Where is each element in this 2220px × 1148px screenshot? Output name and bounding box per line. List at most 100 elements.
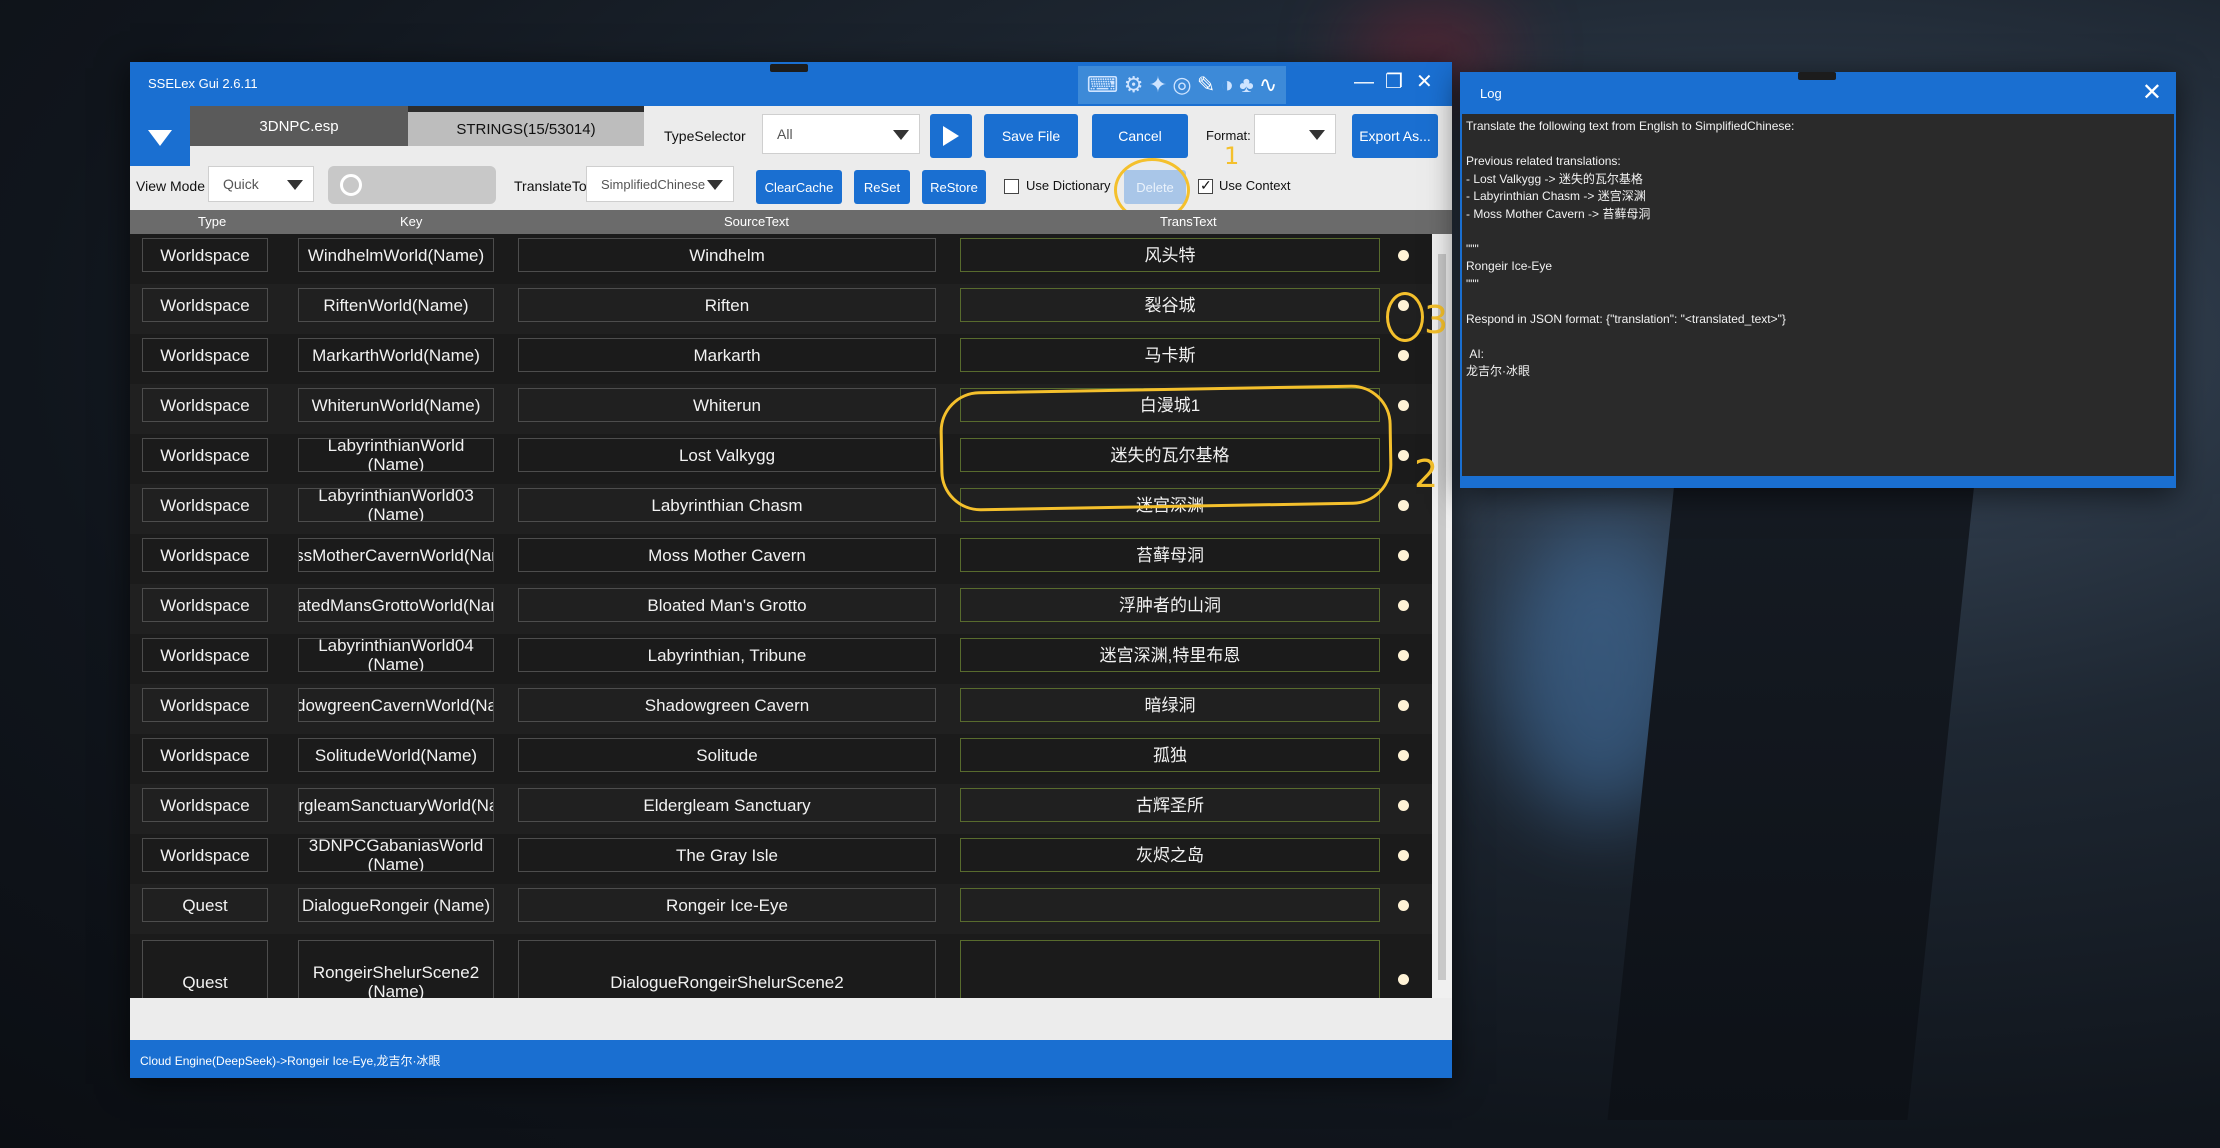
row-status-dot[interactable] [1398,600,1409,611]
settings-icon[interactable]: ⚙ [1124,74,1144,96]
type-cell: Worldspace [142,438,268,472]
trans-cell[interactable]: 暗绿洞 [960,688,1380,722]
row-status-dot[interactable] [1398,700,1409,711]
trans-cell[interactable]: 孤独 [960,738,1380,772]
type-selector-combo[interactable]: All [762,114,920,154]
clear-cache-button[interactable]: ClearCache [756,170,842,204]
column-source: SourceText [724,214,790,229]
view-mode-combo[interactable]: Quick [208,166,314,202]
trans-cell[interactable]: 马卡斯 [960,338,1380,372]
source-cell: Labyrinthian, Tribune [518,638,936,672]
close-icon[interactable]: ✕ [1416,72,1433,92]
log-title: Log [1480,86,1502,101]
table-row[interactable]: Worldspace MarkarthWorld(Name) Markarth 马卡斯 [130,334,1432,384]
chevron-down-icon [893,130,909,140]
web-icon[interactable]: ◎ [1172,74,1191,96]
vertical-scrollbar[interactable] [1432,234,1452,998]
restore-button[interactable]: ReStore [922,170,986,204]
row-status-dot[interactable] [1398,250,1409,261]
key-cell: WhiterunWorld(Name) [298,388,494,422]
title-bar[interactable]: SSELex Gui 2.6.11 ⌨ ⚙ ✦ ◎ ✎ ◑ ♣ ∿ — ❐ ✕ [130,62,1452,106]
chevron-down-icon [707,180,723,190]
row-status-dot[interactable] [1398,974,1409,985]
source-cell: Markarth [518,338,936,372]
use-context-label: Use Context [1219,178,1291,193]
edit-icon[interactable]: ✎ [1197,74,1215,96]
table-row[interactable]: Worldspace LabyrinthianWorld04 (Name) Laby… [130,634,1432,684]
row-status-dot[interactable] [1398,850,1409,861]
table-row[interactable]: Worldspace 3DNPCGabaniasWorld (Name) The G… [130,834,1432,884]
table-row[interactable]: Quest RongeirShelurScene2 (Name) DialogueR… [130,934,1432,998]
trans-cell[interactable]: 浮肿者的山洞 [960,588,1380,622]
row-status-dot[interactable] [1398,900,1409,911]
table-row[interactable]: Worldspace ShadowgreenCavernWorld(Name) Sh… [130,684,1432,734]
type-cell: Worldspace [142,288,268,322]
table-row[interactable]: Worldspace BloatedMansGrottoWorld(Name) Bl… [130,584,1432,634]
table-row[interactable]: Worldspace RiftenWorld(Name) Riften 裂谷城 [130,284,1432,334]
key-cell: LabyrinthianWorld (Name) [298,438,494,472]
drag-handle[interactable] [770,64,808,72]
translate-to-combo[interactable]: SimplifiedChinese [586,166,734,202]
table-row[interactable]: Worldspace SolitudeWorld(Name) Solitude 孤独 [130,734,1432,784]
trans-cell[interactable] [960,888,1380,922]
row-status-dot[interactable] [1398,550,1409,561]
row-status-dot[interactable] [1398,350,1409,361]
toolbar-icon-strip: ⌨ ⚙ ✦ ◎ ✎ ◑ ♣ ∿ [1078,66,1286,104]
trans-cell[interactable] [960,940,1380,998]
table-row[interactable]: Worldspace MossMotherCavernWorld(Name) Mos… [130,534,1432,584]
row-status-dot[interactable] [1398,650,1409,661]
tab-strings[interactable]: STRINGS(15/53014) [408,106,644,146]
key-cell: RongeirShelurScene2 (Name) [298,940,494,998]
source-cell: Moss Mother Cavern [518,538,936,572]
minimize-icon[interactable]: — [1354,72,1374,92]
key-cell: SolitudeWorld(Name) [298,738,494,772]
game-icon[interactable]: ♣ [1239,74,1253,96]
tab-esp[interactable]: 3DNPC.esp [190,106,408,146]
play-button[interactable] [930,114,972,158]
table-row[interactable]: Worldspace EldergleamSanctuaryWorld(Name)… [130,784,1432,834]
cancel-button[interactable]: Cancel [1092,114,1188,158]
format-combo[interactable] [1254,114,1336,154]
table-row[interactable]: Worldspace WindhelmWorld(Name) Windhelm 风头特 [130,234,1432,284]
use-dictionary-checkbox[interactable] [1004,179,1019,194]
graph-icon[interactable]: ∿ [1259,74,1277,96]
key-cell: RiftenWorld(Name) [298,288,494,322]
trans-cell[interactable]: 古辉圣所 [960,788,1380,822]
row-status-dot[interactable] [1398,450,1409,461]
status-text: Cloud Engine(DeepSeek)->Rongeir Ice-Eye,… [140,1054,441,1068]
source-cell: Eldergleam Sanctuary [518,788,936,822]
row-status-dot[interactable] [1398,500,1409,511]
source-cell: Riften [518,288,936,322]
trans-cell[interactable]: 迷宫深渊,特里布恩 [960,638,1380,672]
annotation-number-1: 1 [1224,142,1240,170]
sparkle-icon[interactable]: ✦ [1149,74,1167,96]
search-input[interactable] [328,166,496,204]
type-selector-value: All [777,126,793,142]
close-icon[interactable]: ✕ [2142,78,2162,107]
scrollbar-thumb[interactable] [1438,254,1446,980]
code-icon[interactable]: ⌨ [1087,74,1119,96]
export-as-button[interactable]: Export As... [1352,114,1438,158]
drag-handle[interactable] [1798,72,1836,80]
theme-icon[interactable]: ◑ [1221,74,1234,96]
table-row[interactable]: Quest DialogueRongeir (Name) Rongeir Ice-E… [130,884,1432,934]
annotation-number-2: 2 [1414,452,1439,496]
trans-cell[interactable]: 风头特 [960,238,1380,272]
row-status-dot[interactable] [1398,750,1409,761]
key-cell: 3DNPCGabaniasWorld (Name) [298,838,494,872]
row-status-dot[interactable] [1398,400,1409,411]
type-cell: Quest [142,940,268,998]
key-cell: ShadowgreenCavernWorld(Name) [298,688,494,722]
save-file-button[interactable]: Save File [984,114,1078,158]
use-context-checkbox[interactable] [1198,177,1213,194]
chevron-down-icon [1309,130,1325,140]
chevron-down-icon [287,180,303,190]
trans-cell[interactable]: 灰烬之岛 [960,838,1380,872]
maximize-icon[interactable]: ❐ [1385,72,1403,92]
menu-dropdown-button[interactable] [130,106,190,166]
row-status-dot[interactable] [1398,800,1409,811]
trans-cell[interactable]: 苔藓母洞 [960,538,1380,572]
trans-cell[interactable]: 裂谷城 [960,288,1380,322]
type-cell: Worldspace [142,338,268,372]
reset-button[interactable]: ReSet [854,170,910,204]
